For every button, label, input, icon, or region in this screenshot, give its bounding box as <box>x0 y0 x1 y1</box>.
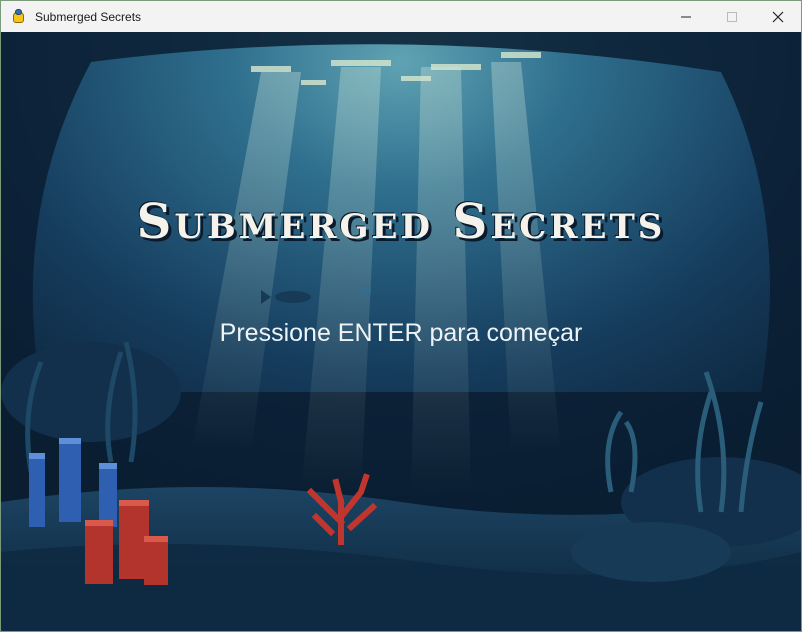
game-canvas[interactable]: Submerged Secrets Pressione ENTER para c… <box>1 32 801 631</box>
maximize-button[interactable] <box>709 1 755 32</box>
minimize-button[interactable] <box>663 1 709 32</box>
window-controls <box>663 1 801 32</box>
close-icon <box>772 11 784 22</box>
start-prompt: Pressione ENTER para começar <box>219 319 583 347</box>
minimize-icon <box>681 16 691 17</box>
title-bar[interactable]: Submerged Secrets <box>1 1 801 33</box>
window-title: Submerged Secrets <box>35 9 142 24</box>
pygame-snake-icon <box>11 8 27 25</box>
game-title: Submerged Secrets <box>136 194 666 250</box>
game-window: Submerged Secrets Submerged Secrets Pres… <box>0 0 802 632</box>
maximize-icon <box>727 11 737 22</box>
close-button[interactable] <box>755 1 801 32</box>
